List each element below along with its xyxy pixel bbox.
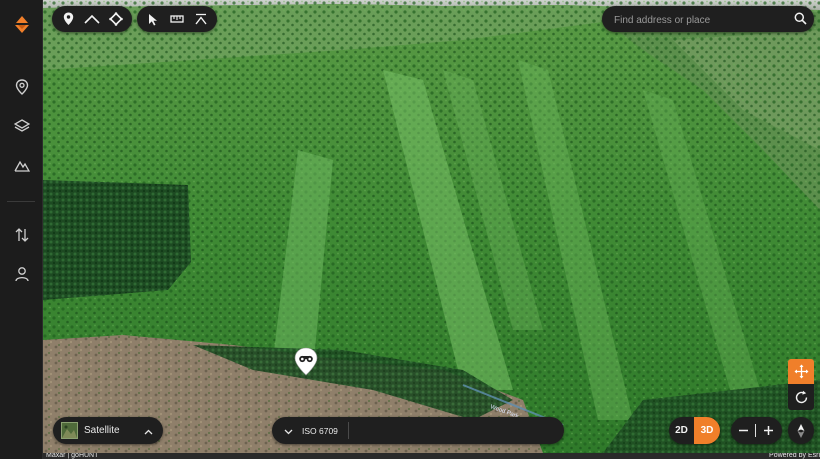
search-box <box>602 6 814 32</box>
compass-button[interactable] <box>788 417 814 444</box>
transfer-icon[interactable] <box>0 220 43 250</box>
marker-icon[interactable] <box>56 6 80 32</box>
attribution-left: Maxar | goHUNT <box>43 453 426 459</box>
basemap-selector[interactable]: Satellite <box>53 417 163 444</box>
zoom-controls <box>731 417 782 444</box>
chevron-up-icon <box>144 422 153 440</box>
elevation-icon[interactable] <box>189 6 213 32</box>
cursor-icon[interactable] <box>141 6 165 32</box>
basemap-thumbnail <box>61 422 78 439</box>
sidebar-divider <box>7 201 35 202</box>
waypoint-binoculars-marker[interactable] <box>293 347 319 377</box>
compass-icon <box>797 423 805 438</box>
gohunt-logo-icon[interactable] <box>0 10 43 40</box>
satellite-terrain: Wood Park <box>43 0 820 453</box>
attribution-right: Powered by Esri <box>423 453 820 459</box>
move-arrows-icon <box>794 364 808 379</box>
measure-tools-toolbar <box>137 6 217 32</box>
view-mode-toggle: 2D 3D <box>669 417 720 444</box>
coordinate-format-label: ISO 6709 <box>302 425 338 436</box>
search-input[interactable] <box>612 10 786 30</box>
shape-icon[interactable] <box>104 6 128 32</box>
terrain-icon[interactable] <box>0 150 43 180</box>
ruler-icon[interactable] <box>165 6 189 32</box>
chevron-down-icon[interactable] <box>284 422 293 440</box>
search-icon[interactable] <box>794 12 807 30</box>
view-2d-button[interactable]: 2D <box>669 417 694 444</box>
user-icon[interactable] <box>0 259 43 289</box>
location-pin-icon[interactable] <box>0 72 43 102</box>
zoom-out-icon[interactable] <box>731 417 755 444</box>
view-3d-button[interactable]: 3D <box>694 417 720 444</box>
selector-divider <box>347 422 349 439</box>
rotate-icon <box>795 390 807 403</box>
draw-tools-toolbar <box>52 6 132 32</box>
line-icon[interactable] <box>80 6 104 32</box>
rotate-button[interactable] <box>788 384 814 410</box>
sidebar <box>0 0 43 459</box>
layers-icon[interactable] <box>0 111 43 141</box>
zoom-in-icon[interactable] <box>756 417 780 444</box>
coordinate-format-selector[interactable]: ISO 6709 <box>272 417 564 444</box>
pan-move-button[interactable] <box>788 359 814 384</box>
map-view[interactable]: Wood Park Find address or place Satellit… <box>43 0 820 453</box>
basemap-label: Satellite <box>84 425 120 436</box>
